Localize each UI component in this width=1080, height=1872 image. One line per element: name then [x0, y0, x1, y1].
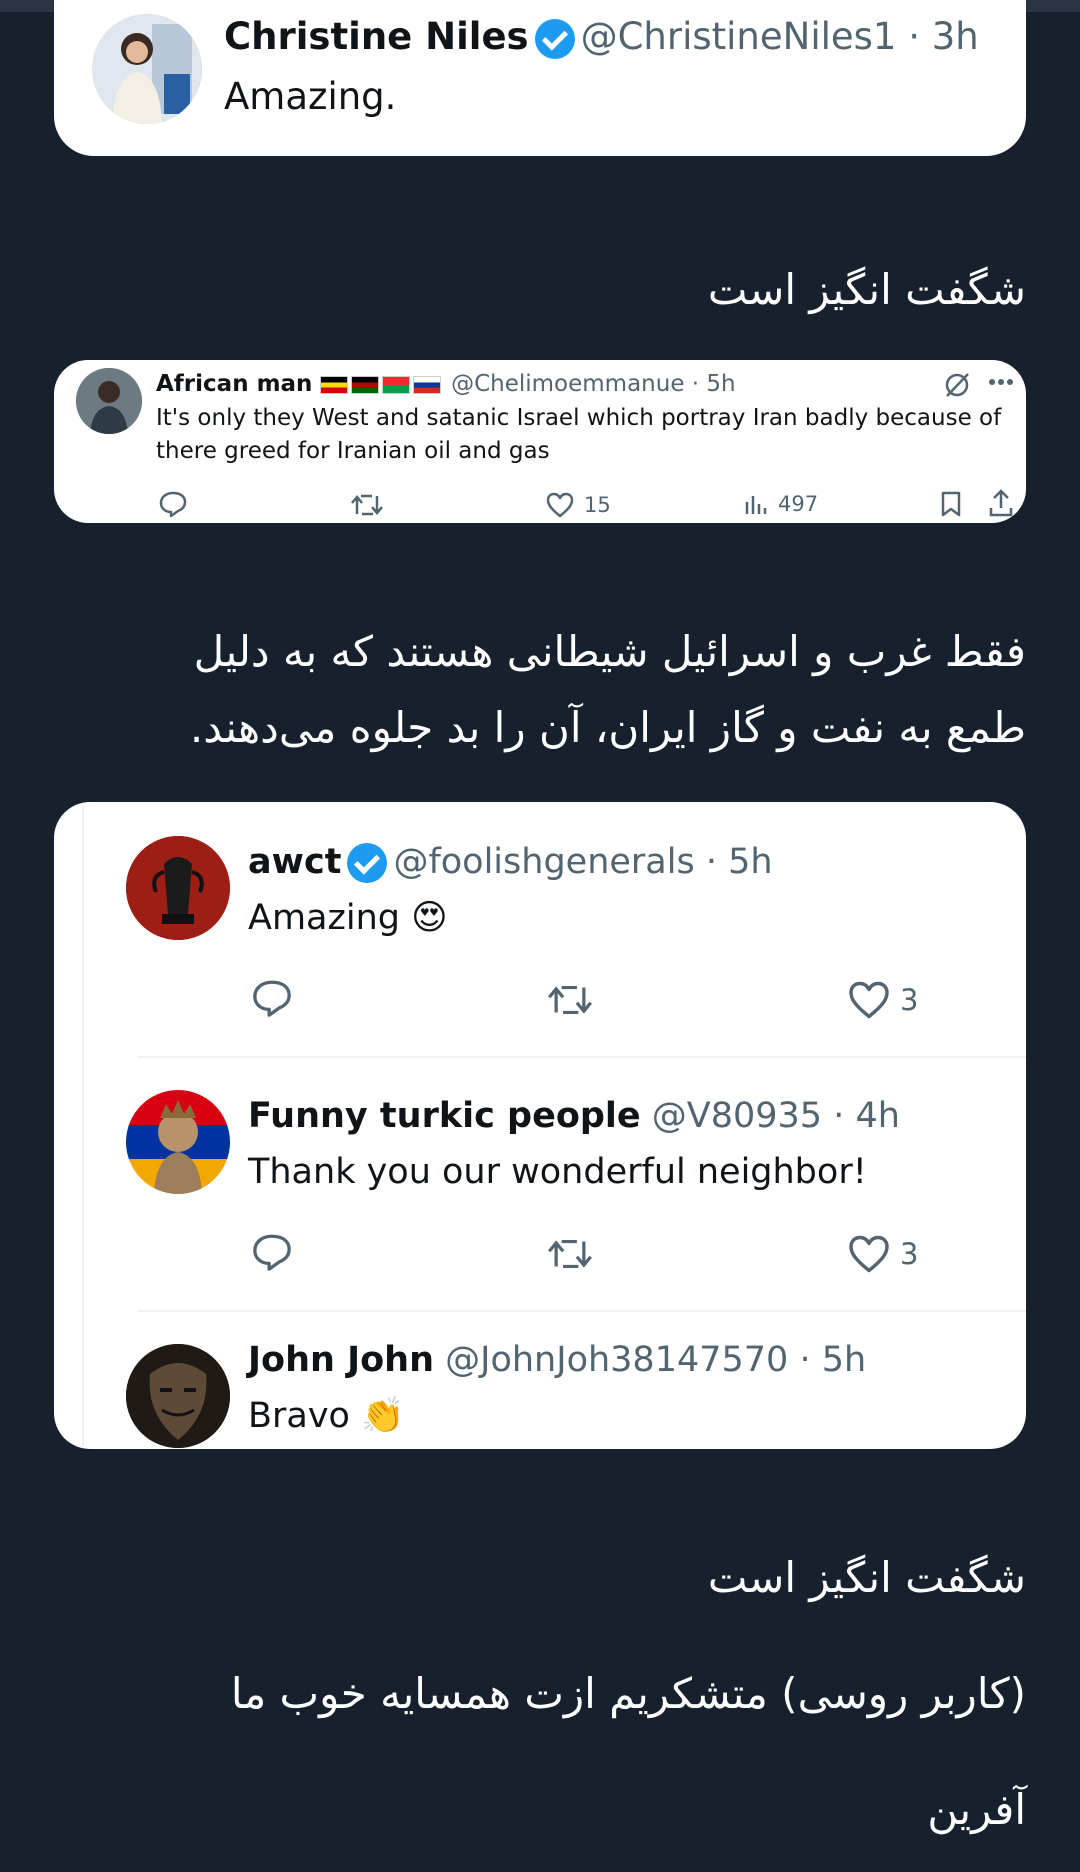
caption-2-line-1: فقط غرب و اسرائیل شیطانی هستند که به دلی… — [193, 627, 1026, 676]
verified-badge-icon — [534, 18, 575, 59]
view-count: 497 — [778, 492, 819, 516]
avatar[interactable] — [92, 14, 202, 124]
caption-2-line-2: طمع به نفت و گاز ایران، آن را بد جلوه می… — [189, 703, 1026, 752]
user-name[interactable]: John John — [248, 1340, 434, 1380]
retweet-button[interactable] — [350, 492, 384, 518]
reply-text-content: Bravo — [248, 1396, 350, 1436]
flag-kenya-icon — [350, 375, 379, 394]
caption-5: آفرین — [927, 1785, 1026, 1834]
reply-button[interactable] — [250, 1232, 294, 1272]
reply-item[interactable]: Funny turkic people @V80935 · 4h Thank y… — [54, 1058, 1026, 1310]
reply-text-content: Amazing — [248, 898, 400, 938]
share-button[interactable] — [988, 488, 1014, 518]
bookmark-button[interactable] — [940, 490, 962, 518]
tweet-time: · 3h — [908, 15, 979, 58]
user-handle[interactable]: @foolishgenerals — [393, 842, 694, 882]
reply-time: · 5h — [705, 842, 773, 882]
heart-icon — [546, 492, 574, 518]
user-name[interactable]: awct — [248, 842, 341, 882]
bookmark-icon — [941, 491, 961, 517]
like-button[interactable]: 15 — [546, 492, 611, 518]
like-button[interactable]: 3 — [848, 980, 918, 1020]
reply-button[interactable] — [158, 490, 188, 518]
like-count: 3 — [900, 1237, 919, 1271]
retweet-button[interactable] — [546, 982, 594, 1018]
mask-avatar-icon — [126, 1344, 230, 1448]
reply-icon — [253, 980, 291, 1017]
caption-1: شگفت انگیز است — [707, 265, 1026, 314]
avatar[interactable] — [126, 1344, 230, 1448]
retweet-button[interactable] — [546, 1236, 594, 1272]
views-button[interactable]: 497 — [744, 492, 818, 516]
clapping-hands-emoji-icon: 👏 — [361, 1396, 405, 1436]
reply-header: Funny turkic people @V80935 · 4h — [248, 1094, 900, 1138]
reply-button[interactable] — [250, 978, 294, 1018]
share-icon — [989, 489, 1013, 517]
avatar[interactable] — [126, 1090, 230, 1194]
avatar-photo-icon — [76, 368, 142, 434]
user-handle[interactable]: @V80935 — [652, 1096, 822, 1136]
more-options-icon[interactable] — [988, 376, 1014, 388]
heart-eyes-emoji-icon: 😍 — [411, 898, 448, 938]
tweet-text: Amazing. — [224, 75, 397, 118]
verified-badge-icon — [347, 843, 388, 883]
user-handle[interactable]: @ChristineNiles1 — [581, 15, 897, 58]
avatar[interactable] — [126, 836, 230, 940]
trophy-avatar-icon — [126, 836, 230, 940]
caption-3: شگفت انگیز است — [707, 1553, 1026, 1602]
tweet-text-line-1: It's only they West and satanic Israel w… — [156, 405, 1002, 431]
reply-item[interactable]: awct @foolishgenerals · 5h Amazing 😍 3 — [54, 802, 1026, 1056]
heart-icon — [849, 981, 889, 1019]
views-icon — [745, 496, 767, 514]
retweet-icon — [548, 985, 592, 1015]
reply-text: Amazing 😍 — [248, 896, 448, 940]
user-handle[interactable]: @Chelimoemmanue · 5h — [451, 371, 736, 397]
avatar[interactable] — [76, 368, 142, 434]
user-handle[interactable]: @JohnJoh38147570 — [445, 1340, 788, 1380]
retweet-icon — [351, 494, 383, 516]
reply-text: Bravo 👏 — [248, 1394, 405, 1438]
flag-burkina-faso-icon — [381, 375, 410, 394]
tweet-card-christine[interactable]: Christine Niles @ChristineNiles1 · 3h Ama… — [54, 0, 1026, 156]
user-name[interactable]: Christine Niles — [224, 15, 529, 58]
tweet-card-african-man[interactable]: African man @Chelimoemmanue · 5h It's on… — [54, 360, 1026, 523]
reply-item[interactable]: John John @JohnJoh38147570 · 5h Bravo 👏 — [54, 1312, 1026, 1449]
tweet-text-line-2: there greed for Iranian oil and gas — [156, 438, 550, 464]
like-count: 3 — [900, 983, 919, 1017]
retweet-icon — [548, 1239, 592, 1269]
armenian-flag-portrait-icon — [126, 1090, 230, 1194]
reply-time: · 4h — [833, 1096, 900, 1136]
reply-header: John John @JohnJoh38147570 · 5h — [248, 1338, 866, 1382]
avatar-photo-icon — [92, 14, 202, 124]
tweet-header: African man @Chelimoemmanue · 5h — [156, 368, 736, 400]
flag-russia-icon — [412, 375, 441, 394]
reply-text: Thank you our wonderful neighbor! — [248, 1152, 867, 1192]
caption-4: (کاربر روسی) متشکریم ازت همسایه خوب ما — [230, 1669, 1026, 1718]
like-button[interactable]: 3 — [848, 1234, 918, 1274]
like-count: 15 — [584, 493, 611, 517]
user-name[interactable]: African man — [156, 371, 312, 397]
tweet-header: Christine Niles @ChristineNiles1 · 3h — [224, 14, 979, 60]
heart-icon — [849, 1235, 889, 1273]
reply-header: awct @foolishgenerals · 5h — [248, 840, 773, 884]
user-name[interactable]: Funny turkic people — [248, 1096, 641, 1136]
reply-time: · 5h — [799, 1340, 867, 1380]
grok-icon[interactable] — [942, 370, 972, 400]
flag-uganda-icon — [319, 375, 348, 394]
reply-icon — [159, 491, 187, 518]
reply-icon — [253, 1234, 291, 1271]
replies-card: awct @foolishgenerals · 5h Amazing 😍 3 F… — [54, 802, 1026, 1449]
